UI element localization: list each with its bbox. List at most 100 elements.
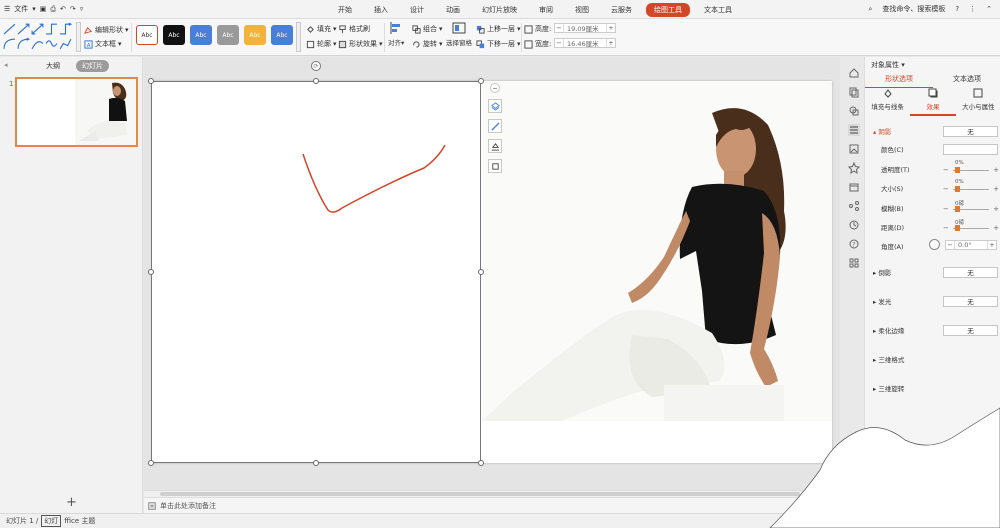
tab-6[interactable]: 视图 (567, 3, 597, 17)
fill-icon[interactable] (488, 139, 502, 153)
star-icon[interactable] (848, 162, 860, 174)
shape-preset-icon[interactable] (45, 37, 58, 50)
selected-shape[interactable] (151, 81, 481, 463)
shadow-label[interactable]: ▴ 阴影 (873, 126, 935, 136)
shape-style-option[interactable]: Abc (163, 25, 185, 45)
three-d-format-label[interactable]: ▸ 三维格式 (873, 354, 935, 364)
theme-box[interactable]: 幻灯 (41, 515, 62, 527)
width-input[interactable]: − 16.46厘米 + (554, 38, 616, 48)
three-d-rotation-label[interactable]: ▸ 三维旋转 (873, 383, 935, 393)
size-knob[interactable] (955, 185, 960, 192)
glow-label[interactable]: ▸ 发光 (873, 296, 935, 306)
height-minus-button[interactable]: − (555, 24, 564, 32)
reflection-select[interactable]: 无 (943, 266, 998, 278)
shadow-select[interactable]: 无 (943, 125, 998, 137)
chevron-down-icon[interactable]: ▾ (32, 5, 36, 13)
resize-handle[interactable] (478, 460, 484, 466)
shape-style-option[interactable]: Abc (190, 25, 212, 45)
color-picker[interactable] (943, 143, 998, 155)
shape-preset-icon[interactable] (31, 22, 44, 35)
crop-icon[interactable] (488, 159, 502, 173)
blur-slider[interactable]: −0磅 + (943, 201, 999, 214)
properties-icon[interactable] (848, 124, 860, 136)
distance-slider[interactable]: −0磅 + (943, 220, 999, 233)
selection-pane-button[interactable]: 选择窗格 (446, 21, 472, 47)
shape-preset-icon[interactable] (31, 37, 44, 50)
copy-icon[interactable] (848, 86, 860, 98)
tab-1[interactable]: 插入 (366, 3, 396, 17)
collapse-ribbon-icon[interactable]: ⌃ (986, 5, 992, 13)
more-icon[interactable]: ▿ (80, 5, 84, 13)
tab-5[interactable]: 审阅 (531, 3, 561, 17)
slide-thumbnail[interactable] (15, 77, 138, 147)
slide-photo[interactable] (482, 81, 832, 421)
shape-effect-button[interactable]: 形状效果 ▾ (338, 39, 383, 49)
edit-shape-button[interactable]: 编辑形状 ▾ (84, 25, 129, 35)
subtab-fill-line[interactable]: 填充与线条 (865, 87, 910, 116)
shape-preset-icon[interactable] (17, 22, 30, 35)
resize-handle[interactable] (478, 269, 484, 275)
height-input[interactable]: − 19.09厘米 + (554, 23, 616, 33)
soft-edge-label[interactable]: ▸ 柔化边缘 (873, 325, 935, 335)
shape-style-option[interactable]: Abc (217, 25, 239, 45)
shape-preset-icon[interactable] (3, 37, 16, 50)
angle-dial-icon[interactable] (929, 239, 940, 250)
add-slide-button[interactable]: + (66, 495, 77, 510)
shape-preset-icon[interactable] (3, 22, 16, 35)
tab-7[interactable]: 云服务 (603, 3, 640, 17)
shapes-icon[interactable] (848, 105, 860, 117)
three-d-format-row[interactable]: ▸ 三维格式 (873, 354, 995, 364)
notes-placeholder[interactable]: 单击此处添加备注 (160, 501, 216, 511)
transparency-slider[interactable]: −0% + (943, 160, 999, 175)
home-icon[interactable] (848, 67, 860, 79)
glow-select[interactable]: 无 (943, 295, 998, 307)
rotate-button[interactable]: 旋转 ▾ (412, 39, 443, 49)
size-slider[interactable]: −0% + (943, 179, 999, 194)
resize-handle[interactable] (313, 78, 319, 84)
pen-icon[interactable] (488, 119, 502, 133)
height-plus-button[interactable]: + (606, 24, 615, 32)
width-plus-button[interactable]: + (606, 39, 615, 47)
shape-style-option[interactable]: Abc (271, 25, 293, 45)
tab-4[interactable]: 幻灯片放映 (474, 3, 525, 17)
collapse-float-icon[interactable]: − (490, 83, 500, 93)
three-d-rotation-row[interactable]: ▸ 三维旋转 (873, 383, 995, 393)
tab-slides[interactable]: 幻灯片 (76, 60, 109, 72)
resize-handle[interactable] (148, 460, 154, 466)
reflection-label[interactable]: ▸ 倒影 (873, 267, 935, 277)
share-icon[interactable] (848, 200, 860, 212)
angle-plus-button[interactable]: + (987, 241, 996, 249)
tab-0[interactable]: 开始 (330, 3, 360, 17)
shape-preset-icon[interactable] (59, 37, 72, 50)
resize-handle[interactable] (313, 460, 319, 466)
tab-2[interactable]: 设计 (402, 3, 432, 17)
tab-outline[interactable]: 大纲 (40, 60, 66, 72)
shape-gallery[interactable] (3, 22, 75, 52)
help-button[interactable]: ? (955, 5, 959, 13)
shape-style-option[interactable]: Abc (244, 25, 266, 45)
file-menu[interactable]: 文件 (14, 4, 28, 14)
align-button[interactable]: 对齐▾ (388, 21, 404, 47)
redo-icon[interactable]: ↷ (70, 5, 76, 13)
bring-forward-button[interactable]: 上移一层 ▾ (476, 24, 521, 34)
archive-icon[interactable] (848, 181, 860, 193)
shape-style-option[interactable]: Abc (136, 25, 158, 45)
textbox-button[interactable]: A 文本框 ▾ (84, 39, 122, 49)
angle-minus-button[interactable]: − (946, 241, 955, 249)
style-scrollbar[interactable] (296, 22, 301, 52)
tab-8[interactable]: 绘图工具 (646, 3, 690, 17)
picture-icon[interactable] (848, 143, 860, 155)
subtab-effect[interactable]: 效果 (910, 87, 956, 116)
soft-edge-select[interactable]: 无 (943, 324, 998, 336)
search-icon[interactable]: ⌕ (868, 5, 872, 14)
save-icon[interactable]: ▣ (40, 5, 47, 13)
undo-icon[interactable]: ↶ (60, 5, 66, 13)
rotate-handle[interactable]: ⟳ (311, 61, 321, 71)
more-options-icon[interactable]: ⋮ (969, 5, 976, 13)
notes-bar[interactable]: 单击此处添加备注 (144, 497, 840, 513)
scrollbar-thumb[interactable] (160, 492, 800, 496)
subtab-size[interactable]: 大小与属性 (956, 87, 1000, 116)
resize-handle[interactable] (148, 269, 154, 275)
transparency-knob[interactable] (955, 166, 960, 173)
gallery-scrollbar[interactable] (76, 22, 81, 52)
